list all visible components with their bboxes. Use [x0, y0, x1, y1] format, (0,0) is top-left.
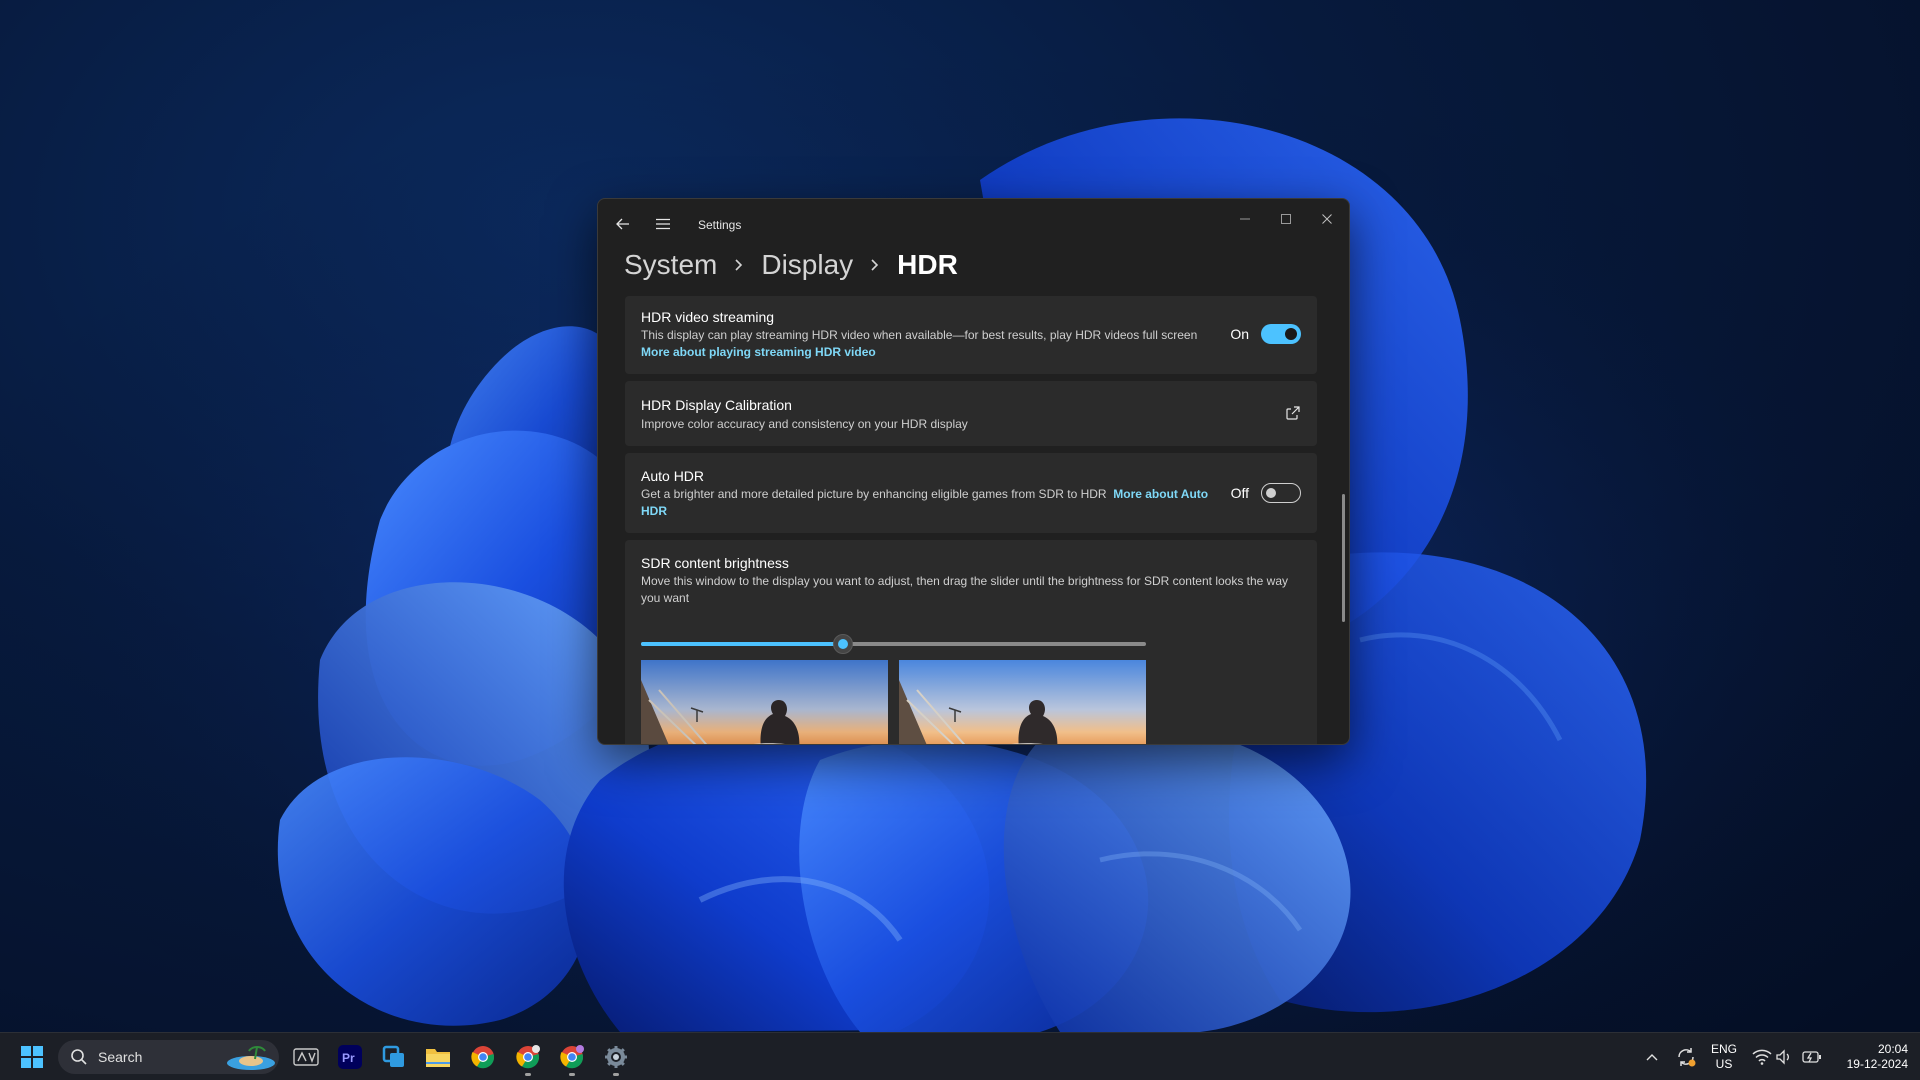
- hdr-streaming-description: This display can play streaming HDR vide…: [641, 328, 1198, 342]
- back-arrow-icon[interactable]: [612, 213, 634, 235]
- search-highlight-art-icon: [227, 1046, 275, 1070]
- chevron-up-icon[interactable]: [1636, 1041, 1668, 1073]
- running-indicator: [569, 1073, 575, 1076]
- region-code: US: [1715, 1057, 1733, 1071]
- clock-time: 20:04: [1877, 1042, 1908, 1056]
- running-indicator: [613, 1073, 619, 1076]
- breadcrumb-display[interactable]: Display: [761, 249, 853, 281]
- hamburger-menu-icon[interactable]: [652, 213, 674, 235]
- premiere-pro-icon[interactable]: Pr: [334, 1041, 366, 1073]
- file-explorer-icon[interactable]: [422, 1041, 454, 1073]
- start-icon[interactable]: [16, 1041, 48, 1073]
- chrome-profile-2-icon[interactable]: [556, 1041, 588, 1076]
- breadcrumb-system[interactable]: System: [624, 249, 717, 281]
- auto-hdr-title: Auto HDR: [641, 468, 705, 484]
- chevron-right-icon: [869, 258, 881, 272]
- maximize-button[interactable]: [1266, 205, 1306, 233]
- toggle-state-label: On: [1230, 326, 1249, 342]
- settings-window: Settings System Display HDR HDR video st…: [597, 198, 1350, 745]
- clock[interactable]: 20:04 19-12-2024: [1832, 1042, 1908, 1072]
- auto-hdr-description-block: Get a brighter and more detailed picture…: [641, 486, 1216, 520]
- settings-icon[interactable]: [600, 1041, 632, 1076]
- card-sdr-brightness: SDR content brightness Move this window …: [625, 540, 1317, 744]
- calibration-description: Improve color accuracy and consistency o…: [641, 417, 968, 431]
- minimize-button[interactable]: [1225, 205, 1265, 233]
- auto-hdr-toggle-group: Off: [1231, 483, 1301, 503]
- toggle-knob: [1285, 328, 1297, 340]
- hdr-streaming-toggle[interactable]: [1261, 324, 1301, 344]
- chevron-right-icon: [733, 258, 745, 272]
- svg-text:Pr: Pr: [342, 1051, 355, 1065]
- sdr-preview-image-left: [641, 660, 888, 744]
- sync-icon[interactable]: [1670, 1041, 1702, 1073]
- toggle-state-label: Off: [1230, 485, 1249, 501]
- breadcrumb: System Display HDR: [624, 245, 958, 285]
- sdr-brightness-slider[interactable]: [641, 634, 1146, 654]
- chrome-icon[interactable]: [467, 1041, 499, 1073]
- sdr-brightness-title: SDR content brightness: [641, 555, 789, 571]
- battery-icon[interactable]: [1796, 1041, 1828, 1073]
- sdr-preview-image-right: [899, 660, 1146, 744]
- close-button[interactable]: [1307, 205, 1347, 233]
- vertical-scrollbar[interactable]: [1342, 494, 1345, 622]
- language-indicator[interactable]: ENG US: [1706, 1042, 1742, 1072]
- slider-thumb[interactable]: [833, 634, 853, 654]
- clock-date: 19-12-2024: [1846, 1057, 1908, 1071]
- running-indicator: [525, 1073, 531, 1076]
- card-hdr-video-streaming: HDR video streaming This display can pla…: [625, 296, 1317, 374]
- breadcrumb-hdr: HDR: [897, 249, 958, 280]
- card-auto-hdr: Auto HDR Get a brighter and more detaile…: [625, 453, 1317, 533]
- hdr-streaming-link[interactable]: More about playing streaming HDR video: [641, 344, 876, 361]
- title-bar[interactable]: Settings: [598, 199, 1349, 247]
- widgets-icon[interactable]: [290, 1041, 322, 1073]
- toggle-knob: [1266, 488, 1276, 498]
- open-external-icon[interactable]: [1285, 405, 1301, 421]
- slider-fill: [641, 642, 843, 646]
- taskbar: Search Pr ENG US 20:04 19-12-2024: [0, 1032, 1920, 1080]
- window-title: Settings: [698, 218, 742, 232]
- calibration-title: HDR Display Calibration: [641, 397, 792, 413]
- sdr-brightness-description: Move this window to the display you want…: [641, 574, 1289, 605]
- hdr-streaming-toggle-group: On: [1230, 324, 1301, 344]
- auto-hdr-description: Get a brighter and more detailed picture…: [641, 487, 1107, 501]
- card-hdr-calibration[interactable]: HDR Display Calibration Improve color ac…: [625, 381, 1317, 446]
- language-code: ENG: [1710, 1042, 1737, 1056]
- auto-hdr-toggle[interactable]: [1261, 483, 1301, 503]
- hdr-streaming-title: HDR video streaming: [641, 309, 775, 325]
- search-icon: [71, 1049, 87, 1065]
- chrome-profile-icon[interactable]: [512, 1041, 544, 1076]
- taskbar-search-box[interactable]: Search: [58, 1040, 279, 1074]
- search-placeholder: Search: [98, 1049, 143, 1065]
- remote-desktop-icon[interactable]: [378, 1041, 410, 1073]
